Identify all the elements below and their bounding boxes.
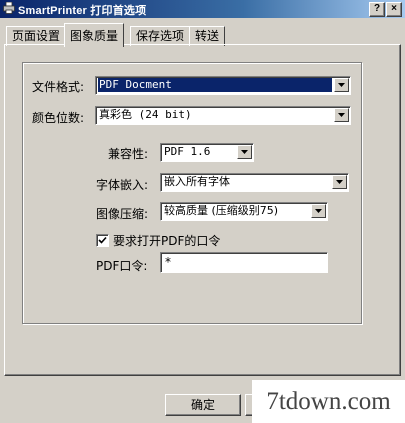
file-format-select[interactable]: PDF Docment [95, 76, 351, 95]
dropdown-arrow-icon[interactable] [311, 204, 326, 218]
color-depth-label: 颜色位数: [32, 111, 85, 125]
dropdown-arrow-icon[interactable] [334, 78, 349, 92]
font-embed-label: 字体嵌入: [96, 178, 149, 192]
compatibility-value: PDF 1.6 [164, 145, 211, 158]
dropdown-arrow-icon[interactable] [334, 108, 349, 122]
image-compression-value: 较高质量 (压缩级别75) [164, 204, 279, 217]
color-depth-select[interactable]: 真彩色 (24 bit) [95, 106, 351, 125]
dropdown-arrow-icon[interactable] [332, 175, 347, 189]
help-button[interactable]: ? [369, 2, 385, 17]
tab-forward[interactable]: 转送 [189, 26, 226, 46]
image-compression-label: 图像压缩: [96, 207, 149, 221]
watermark-logo: 7tdown.com [252, 380, 405, 423]
tab-save-options[interactable]: 保存选项 [130, 26, 191, 46]
title-bar: SmartPrinter 打印首选项 ? × [0, 0, 405, 18]
tab-page-setup[interactable]: 页面设置 [6, 26, 67, 46]
file-format-value: PDF Docment [98, 78, 332, 92]
ok-button[interactable]: 确定 [165, 394, 241, 416]
checkmark-icon [98, 236, 107, 244]
window-title: SmartPrinter 打印首选项 [18, 5, 147, 17]
compatibility-select[interactable]: PDF 1.6 [160, 143, 254, 162]
close-button[interactable]: × [386, 2, 402, 17]
require-password-checkbox[interactable] [96, 234, 109, 247]
font-embed-select[interactable]: 嵌入所有字体 [160, 173, 349, 192]
image-compression-select[interactable]: 较高质量 (压缩级别75) [160, 202, 328, 221]
require-password-label[interactable]: 要求打开PDF的口令 [113, 232, 220, 249]
dropdown-arrow-icon[interactable] [237, 145, 252, 159]
tab-image-quality[interactable]: 图象质量 [64, 23, 125, 47]
pdf-password-label: PDF口令: [96, 259, 148, 273]
file-format-label: 文件格式: [32, 80, 85, 94]
font-embed-value: 嵌入所有字体 [164, 175, 230, 188]
color-depth-value: 真彩色 (24 bit) [99, 108, 192, 121]
settings-group [22, 62, 362, 324]
compatibility-label: 兼容性: [108, 147, 149, 161]
pdf-password-input[interactable]: * [160, 252, 328, 273]
pdf-password-value: * [165, 255, 171, 269]
printer-icon [3, 2, 15, 14]
